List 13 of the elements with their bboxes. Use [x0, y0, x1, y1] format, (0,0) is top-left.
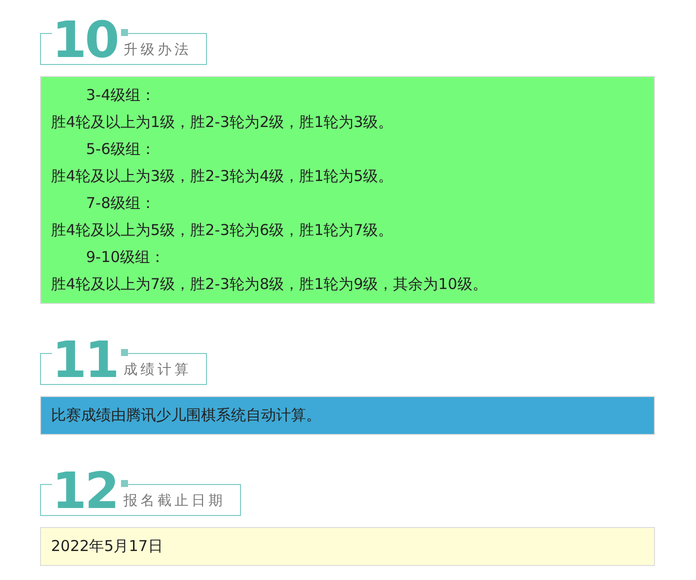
content-text: 胜4轮及以上为1级，胜2-3轮为2级，胜1轮为3级。 [51, 112, 394, 133]
content-text: 胜4轮及以上为5级，胜2-3轮为6级，胜1轮为7级。 [51, 220, 394, 241]
section-title: 升级办法 [124, 41, 192, 60]
content-text: 2022年5月17日 [51, 536, 164, 557]
group-heading: 9-10级组： [85, 247, 166, 268]
section-title: 成绩计算 [124, 361, 192, 380]
group-heading: 3-4级组： [85, 85, 156, 106]
content-text: 胜4轮及以上为3级，胜2-3轮为4级，胜1轮为5级。 [51, 166, 394, 187]
content-text: 胜4轮及以上为7级，胜2-3轮为8级，胜1轮为9级，其余为10级。 [51, 274, 488, 295]
content-text: 比赛成绩由腾讯少儿围棋系统自动计算。 [51, 405, 322, 426]
group-heading: 5-6级组： [85, 139, 156, 160]
section-title: 报名截止日期 [124, 492, 226, 511]
group-heading: 7-8级组： [85, 193, 156, 214]
